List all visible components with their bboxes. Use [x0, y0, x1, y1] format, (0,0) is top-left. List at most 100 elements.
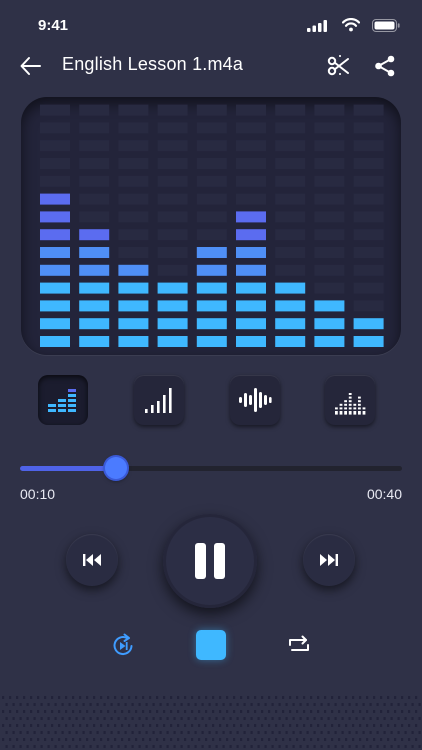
- grille-hole: [114, 724, 117, 727]
- grille-hole: [226, 724, 229, 727]
- grille-hole: [299, 703, 302, 706]
- eq-grid-cell: [314, 193, 345, 205]
- grille-hole: [240, 710, 243, 713]
- eq-bar-segment: [40, 300, 70, 312]
- status-bar: 9:41: [0, 0, 422, 50]
- grille-hole: [250, 731, 253, 734]
- eq-grid-cell: [275, 158, 306, 169]
- replay-button[interactable]: [108, 630, 138, 660]
- repeat-button[interactable]: [284, 630, 314, 660]
- eq-grid-cell: [353, 264, 384, 276]
- grille-hole: [404, 703, 407, 706]
- grille-hole: [229, 731, 232, 734]
- grille-hole: [418, 731, 421, 734]
- grille-hole: [215, 717, 218, 720]
- share-icon[interactable]: [372, 53, 398, 79]
- grille-hole: [278, 731, 281, 734]
- grille-hole: [296, 724, 299, 727]
- stop-button[interactable]: [196, 630, 226, 660]
- grille-hole: [317, 696, 320, 699]
- grille-hole: [159, 703, 162, 706]
- dot-spectrum-segment: [348, 407, 352, 410]
- seek-bar-thumb[interactable]: [104, 457, 127, 479]
- grille-hole: [100, 724, 103, 727]
- grille-hole: [324, 710, 327, 713]
- next-button[interactable]: [303, 534, 355, 586]
- grille-hole: [110, 745, 113, 748]
- grille-hole: [107, 696, 110, 699]
- grille-hole: [44, 724, 47, 727]
- grille-hole: [310, 738, 313, 741]
- eq-bar-segment: [79, 247, 110, 258]
- grille-hole: [348, 703, 351, 706]
- grille-hole: [61, 717, 64, 720]
- grille-hole: [33, 717, 36, 720]
- grille-hole: [303, 738, 306, 741]
- grille-hole: [93, 696, 96, 699]
- grille-hole: [313, 731, 316, 734]
- grille-hole: [121, 738, 124, 741]
- eq-bar-segment: [196, 318, 227, 330]
- previous-button[interactable]: [66, 534, 118, 586]
- grille-hole: [16, 724, 19, 727]
- grille-hole: [250, 745, 253, 748]
- grille-hole: [103, 717, 106, 720]
- grille-hole: [2, 710, 5, 713]
- grille-hole: [96, 717, 99, 720]
- pause-button[interactable]: [163, 514, 257, 608]
- grille-hole: [54, 717, 57, 720]
- grille-hole: [159, 717, 162, 720]
- eq-bar-segment: [157, 300, 188, 312]
- rising-bars-mode-button[interactable]: [134, 375, 184, 425]
- grille-hole: [131, 745, 134, 748]
- grille-hole: [397, 745, 400, 748]
- eq-grid-cell: [157, 104, 188, 116]
- grille-hole: [68, 731, 71, 734]
- grille-hole: [103, 703, 106, 706]
- grille-hole: [177, 710, 180, 713]
- arrow-left-icon[interactable]: [18, 53, 44, 79]
- eq-bar-segment: [236, 318, 266, 330]
- dot-spectrum-segment: [358, 396, 361, 399]
- grille-hole: [40, 731, 43, 734]
- grille-hole: [268, 710, 271, 713]
- grille-hole: [30, 710, 33, 713]
- eq-bar-segment: [40, 282, 70, 294]
- grille-hole: [387, 738, 390, 741]
- seek-bar[interactable]: [20, 466, 402, 471]
- grille-hole: [219, 724, 222, 727]
- grille-hole: [79, 710, 82, 713]
- grille-hole: [166, 717, 169, 720]
- grille-hole: [376, 703, 379, 706]
- grille-hole: [2, 724, 5, 727]
- grille-hole: [411, 731, 414, 734]
- grille-hole: [215, 745, 218, 748]
- scissors-icon[interactable]: [326, 53, 352, 79]
- grille-hole: [180, 717, 183, 720]
- grille-hole: [404, 717, 407, 720]
- dots-mode-button[interactable]: [325, 375, 375, 425]
- bars-mode-button[interactable]: [38, 375, 88, 425]
- grille-hole: [289, 710, 292, 713]
- grille-hole: [75, 731, 78, 734]
- eq-grid-cell: [196, 104, 227, 116]
- eq-grid-cell: [196, 175, 227, 187]
- grille-hole: [373, 724, 376, 727]
- grille-hole: [415, 696, 418, 699]
- eq-grid-cell: [353, 104, 384, 116]
- grille-hole: [404, 745, 407, 748]
- grille-hole: [138, 745, 141, 748]
- grille-hole: [380, 696, 383, 699]
- grille-hole: [320, 731, 323, 734]
- grille-hole: [187, 731, 190, 734]
- grille-hole: [327, 703, 330, 706]
- eq-grid-cell: [236, 175, 266, 187]
- eq-grid-cell: [118, 211, 149, 223]
- grille-hole: [194, 731, 197, 734]
- grille-hole: [159, 731, 162, 734]
- waveform-mode-button[interactable]: [230, 375, 280, 425]
- grille-hole: [156, 710, 159, 713]
- grille-hole: [191, 710, 194, 713]
- grille-hole: [96, 731, 99, 734]
- grille-hole: [23, 710, 26, 713]
